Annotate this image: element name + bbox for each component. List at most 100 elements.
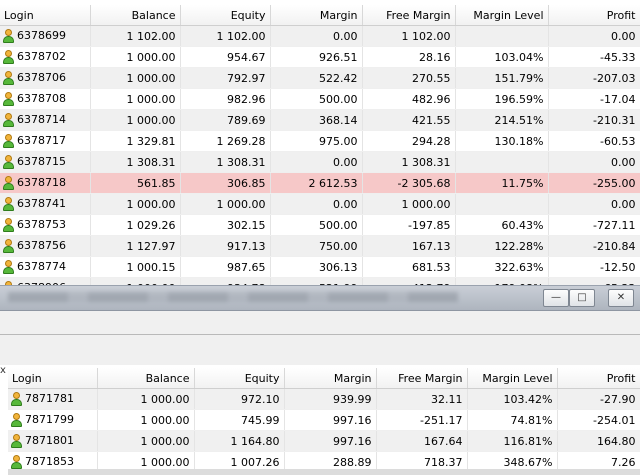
bottom-table-header: Login Balance Equity Margin Free Margin … (8, 368, 640, 389)
margin-cell: 997.16 (284, 409, 377, 431)
equity-cell: 745.99 (194, 409, 285, 431)
balance-cell: 1 000.00 (90, 88, 181, 110)
table-row[interactable]: 6378699 1 102.00 1 102.00 0.00 1 102.00 0.00 (0, 25, 640, 47)
free-margin-cell: 32.11 (376, 388, 468, 410)
table-row[interactable]: 6378756 1 127.97 917.13 750.00 167.13 122.28%… (0, 235, 640, 257)
column-header-free-margin[interactable]: Free Margin (376, 368, 468, 389)
login-cell: 6378706 (0, 67, 91, 89)
equity-cell: 972.10 (194, 388, 285, 410)
column-header-profit[interactable]: Profit (557, 368, 640, 389)
login-value: 6378702 (17, 50, 66, 63)
equity-cell: 1 308.31 (180, 151, 271, 173)
margin-level-cell (455, 193, 549, 215)
margin-level-cell: 11.75% (455, 172, 549, 194)
column-header-equity[interactable]: Equity (180, 5, 271, 26)
table-row[interactable]: 6378706 1 000.00 792.97 522.42 270.55 151.79%… (0, 67, 640, 89)
user-icon (2, 218, 15, 232)
profit-cell: -210.84 (548, 235, 640, 257)
user-icon (10, 455, 23, 469)
user-icon (2, 50, 15, 64)
login-value: 6378774 (17, 260, 66, 273)
balance-cell: 561.85 (90, 172, 181, 194)
panel-close-icon[interactable]: x (0, 365, 6, 376)
margin-level-cell: 322.63% (455, 256, 549, 278)
table-row[interactable]: 6378741 1 000.00 1 000.00 0.00 1 000.00 0.00 (0, 193, 640, 215)
column-header-free-margin[interactable]: Free Margin (362, 5, 456, 26)
column-header-margin[interactable]: Margin (284, 368, 377, 389)
free-margin-cell: 1 308.31 (362, 151, 456, 173)
restore-button[interactable]: □ (569, 289, 595, 307)
panel-divider (0, 334, 640, 335)
equity-cell: 1 102.00 (180, 25, 271, 47)
free-margin-cell: 270.55 (362, 67, 456, 89)
margin-cell: 500.00 (270, 214, 363, 236)
table-row[interactable]: 7871781 1 000.00 972.10 939.99 32.11 103.42% -… (8, 388, 640, 410)
user-icon (2, 260, 15, 274)
table-row[interactable]: 6378714 1 000.00 789.69 368.14 421.55 214.51%… (0, 109, 640, 131)
close-button[interactable]: ✕ (608, 289, 634, 307)
column-header-balance[interactable]: Balance (90, 5, 181, 26)
free-margin-cell: 681.53 (362, 256, 456, 278)
login-value: 6378715 (17, 155, 66, 168)
equity-cell: 1 269.28 (180, 130, 271, 152)
table-row[interactable]: 6378774 1 000.15 987.65 306.13 681.53 322.63%… (0, 256, 640, 278)
profit-cell: 0.00 (548, 151, 640, 173)
login-value: 6378714 (17, 113, 66, 126)
table-row[interactable]: 6378715 1 308.31 1 308.31 0.00 1 308.31 0.00 (0, 151, 640, 173)
balance-cell: 1 000.15 (90, 256, 181, 278)
table-row[interactable]: 7871801 1 000.00 1 164.80 997.16 167.64 116.8… (8, 430, 640, 452)
column-header-profit[interactable]: Profit (548, 5, 640, 26)
login-cell: 6378718 (0, 172, 91, 194)
login-value: 6378756 (17, 239, 66, 252)
close-icon: ✕ (616, 292, 626, 303)
panel-toolbar-area (0, 311, 640, 365)
table-row[interactable]: 6378708 1 000.00 982.96 500.00 482.96 196.59%… (0, 88, 640, 110)
login-cell: 7871799 (8, 409, 98, 431)
bottom-table-body: 7871781 1 000.00 972.10 939.99 32.11 103.42% -… (8, 388, 640, 473)
user-icon (2, 197, 15, 211)
margin-level-cell: 214.51% (455, 109, 549, 131)
balance-cell: 1 329.81 (90, 130, 181, 152)
profit-cell: -27.90 (557, 388, 640, 410)
table-row[interactable]: 6378717 1 329.81 1 269.28 975.00 294.28 130.1… (0, 130, 640, 152)
restore-icon: □ (577, 292, 587, 303)
column-header-margin[interactable]: Margin (270, 5, 363, 26)
balance-cell: 1 029.26 (90, 214, 181, 236)
top-table-header: Login Balance Equity Margin Free Margin … (0, 5, 640, 26)
margin-cell: 306.13 (270, 256, 363, 278)
margin-cell: 368.14 (270, 109, 363, 131)
column-header-margin-level[interactable]: Margin Level (467, 368, 558, 389)
margin-level-cell: 103.04% (455, 46, 549, 68)
user-icon (2, 71, 15, 85)
table-row[interactable]: 7871799 1 000.00 745.99 997.16 -251.17 74.81%… (8, 409, 640, 431)
margin-level-cell: 151.79% (455, 67, 549, 89)
minimize-button[interactable]: — (543, 289, 569, 307)
free-margin-cell: -251.17 (376, 409, 468, 431)
margin-cell: 939.99 (284, 388, 377, 410)
table-row[interactable]: 6378702 1 000.00 954.67 926.51 28.16 103.04% -… (0, 46, 640, 68)
column-header-equity[interactable]: Equity (194, 368, 285, 389)
login-cell: 6378756 (0, 235, 91, 257)
horizontal-scrollbar[interactable] (8, 469, 640, 475)
column-header-login[interactable]: Login (8, 368, 98, 389)
login-value: 6378718 (17, 176, 66, 189)
column-header-balance[interactable]: Balance (97, 368, 195, 389)
login-value: 7871799 (25, 413, 74, 426)
login-value: 7871801 (25, 434, 74, 447)
profit-cell: 164.80 (557, 430, 640, 452)
column-header-login[interactable]: Login (0, 5, 91, 26)
margin-cell: 0.00 (270, 193, 363, 215)
balance-cell: 1 102.00 (90, 25, 181, 47)
user-icon (10, 392, 23, 406)
login-cell: 6378715 (0, 151, 91, 173)
user-icon (2, 239, 15, 253)
margin-cell: 522.42 (270, 67, 363, 89)
table-row[interactable]: 6378753 1 029.26 302.15 500.00 -197.85 60.43%… (0, 214, 640, 236)
column-header-margin-level[interactable]: Margin Level (455, 5, 549, 26)
table-row[interactable]: 6378718 561.85 306.85 2 612.53 -2 305.68 11.7… (0, 172, 640, 194)
margin-cell: 0.00 (270, 25, 363, 47)
margin-cell: 975.00 (270, 130, 363, 152)
margin-cell: 926.51 (270, 46, 363, 68)
login-cell: 6378708 (0, 88, 91, 110)
free-margin-cell: 167.64 (376, 430, 468, 452)
